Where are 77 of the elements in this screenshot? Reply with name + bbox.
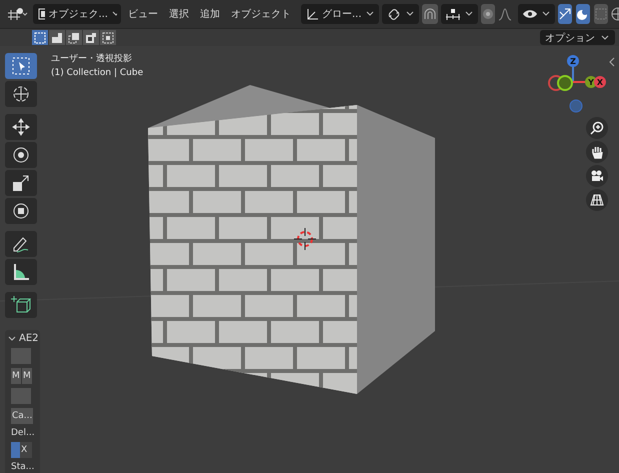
- selection-mode-button[interactable]: [83, 30, 99, 45]
- pivot-dropdown[interactable]: [382, 4, 419, 24]
- rotate-tool-icon: [11, 145, 31, 165]
- overlay-toggle[interactable]: [576, 4, 590, 24]
- square-icon: [594, 7, 608, 21]
- gizmo-toggle[interactable]: [558, 4, 572, 24]
- pan-button[interactable]: [586, 141, 608, 163]
- axis-gizmo-drawing[interactable]: Z Y X: [538, 54, 608, 124]
- select-mode-icon: [34, 32, 46, 44]
- tool-button[interactable]: [5, 292, 37, 318]
- selection-mode-button[interactable]: [66, 30, 82, 45]
- selection-mode-button[interactable]: [100, 30, 116, 45]
- cursor-tool-icon: [11, 84, 31, 104]
- panel-header[interactable]: AE2: [5, 333, 40, 344]
- snap-target-icon: [444, 7, 461, 21]
- panel-button[interactable]: M: [22, 368, 32, 384]
- select-tool-icon: [11, 56, 31, 76]
- select-mode-icon: [68, 32, 80, 44]
- caret-icon: [364, 10, 375, 18]
- snap-target-dropdown[interactable]: [440, 4, 478, 24]
- checkbox[interactable]: [11, 442, 20, 458]
- panel-label: Sta...: [11, 462, 36, 472]
- caret-icon: [464, 10, 474, 18]
- panel-title: AE2: [19, 333, 39, 344]
- hand-icon: [590, 145, 604, 159]
- view-name: ユーザー・透視投影: [51, 52, 133, 65]
- toggle-label: X: [20, 442, 32, 458]
- caret-icon: [110, 10, 117, 18]
- tool-button[interactable]: [5, 231, 37, 257]
- camera-button[interactable]: [586, 165, 608, 187]
- zoom-button[interactable]: [586, 117, 608, 139]
- caret-icon: [540, 10, 551, 18]
- grid-view-button[interactable]: [586, 189, 608, 211]
- tool-button[interactable]: [5, 53, 37, 79]
- select-mode-icon: [85, 32, 97, 44]
- move-tool-icon: [11, 117, 31, 137]
- panel-button[interactable]: M: [11, 368, 21, 384]
- perspective-grid-icon: [590, 193, 604, 207]
- menu-item[interactable]: オブジェクト: [227, 7, 295, 21]
- options-dropdown[interactable]: オプション: [540, 30, 615, 45]
- magnet-icon: [422, 7, 438, 21]
- menu-item[interactable]: 選択: [165, 7, 193, 21]
- tool-button[interactable]: [5, 142, 37, 168]
- grid-icon: [6, 7, 28, 21]
- tool-button[interactable]: [5, 81, 37, 107]
- target-icon: [480, 7, 495, 21]
- selection-mode-button[interactable]: [49, 30, 65, 45]
- movie-camera-icon: [590, 169, 604, 183]
- tool-button[interactable]: [5, 170, 37, 196]
- object-icon: [37, 7, 46, 21]
- panel-label: Del...: [11, 428, 36, 438]
- select-mode-icon: [51, 32, 63, 44]
- proportional-edit-toggle[interactable]: [480, 4, 495, 24]
- transform-tool-icon: [11, 201, 31, 221]
- caret-icon: [404, 10, 415, 18]
- menu-item[interactable]: ビュー: [124, 7, 162, 21]
- visibility-dropdown[interactable]: [518, 4, 555, 24]
- measure-tool-icon: [11, 262, 31, 282]
- panel-button[interactable]: Ca...: [11, 408, 33, 424]
- magnifier-plus-icon: [590, 121, 604, 135]
- select-mode-icon: [102, 32, 114, 44]
- xray-toggle[interactable]: [594, 4, 608, 24]
- menu-item[interactable]: 追加: [196, 7, 224, 21]
- axes-icon: [305, 7, 319, 21]
- snap-toggle[interactable]: [422, 4, 438, 24]
- scale-tool-icon: [11, 173, 31, 193]
- selection-mode-button[interactable]: [32, 30, 48, 45]
- tool-button[interactable]: [5, 259, 37, 285]
- orientation-dropdown[interactable]: グロー...: [301, 4, 379, 24]
- object-info: (1) Collection | Cube: [51, 68, 144, 78]
- tool-button[interactable]: [5, 198, 37, 224]
- arrows-icon: [558, 7, 572, 21]
- 3d-cursor-icon: [294, 228, 316, 250]
- tool-button[interactable]: [5, 114, 37, 140]
- curve-icon: [498, 7, 512, 21]
- caret-icon: [600, 34, 610, 42]
- mode-dropdown[interactable]: オブジェク...: [33, 4, 121, 24]
